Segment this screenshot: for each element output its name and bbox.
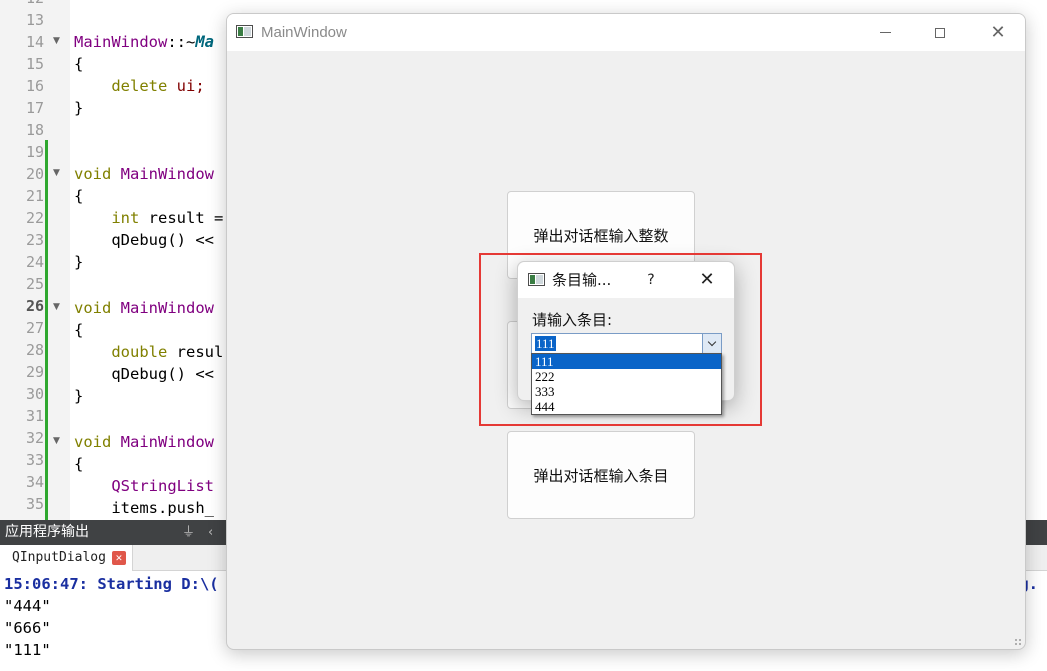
code-line: } — [74, 99, 84, 117]
line-number: 34 — [25, 473, 44, 491]
fold-arrow-icon[interactable]: ▼ — [53, 162, 63, 184]
code-line: void MainWindow — [74, 433, 214, 451]
output-line: "444" — [4, 597, 51, 615]
line-number: 18 — [25, 121, 44, 139]
code-line: MainWindow::~Ma — [74, 33, 214, 51]
main-window-titlebar[interactable]: MainWindow ✕ — [227, 14, 1025, 51]
line-number: 19 — [25, 143, 44, 161]
line-number: 35 — [25, 495, 44, 513]
help-button[interactable]: ? — [644, 262, 658, 298]
chevron-down-icon — [707, 337, 717, 347]
dropdown-option-333[interactable]: 333 — [532, 384, 721, 399]
code-line: int result = — [111, 209, 224, 227]
tab-qinputdialog[interactable]: QInputDialog ✕ — [0, 545, 133, 571]
code-line: QStringList — [111, 477, 214, 495]
line-number: 26 — [25, 297, 44, 315]
dropdown-option-222[interactable]: 222 — [532, 369, 721, 384]
code-line: { — [74, 55, 84, 73]
line-number: 28 — [25, 341, 44, 359]
line-number: 23 — [25, 231, 44, 249]
line-number: 13 — [25, 11, 44, 29]
line-number: 33 — [25, 451, 44, 469]
change-marker-bar — [45, 140, 48, 520]
line-number: 21 — [25, 187, 44, 205]
fold-arrow-icon[interactable]: ▼ — [53, 430, 63, 452]
code-line: { — [74, 187, 84, 205]
dropdown-option-111[interactable]: 111 — [532, 354, 721, 369]
output-line: "666" — [4, 619, 51, 637]
line-number: 30 — [25, 385, 44, 403]
item-combobox[interactable]: 111 — [531, 333, 722, 354]
dialog-title: 条目输... — [552, 271, 612, 289]
output-line: 15:06:47: Starting D:\( — [4, 575, 219, 593]
line-number: 24 — [25, 253, 44, 271]
output-pane-title: 应用程序输出 — [5, 524, 89, 540]
code-line: { — [74, 321, 84, 339]
line-number: 12 — [0, 0, 44, 9]
combobox-dropdown-list[interactable]: 111 222 333 444 — [531, 353, 722, 415]
dialog-prompt-label: 请输入条目: — [532, 311, 613, 329]
combobox-value: 111 — [535, 336, 556, 351]
code-line: qDebug() << — [111, 365, 214, 383]
code-line: } — [74, 387, 84, 405]
minimize-icon — [879, 32, 891, 33]
line-number: 20 — [25, 165, 44, 183]
maximize-icon — [935, 27, 945, 38]
code-line: delete ui; — [111, 77, 205, 95]
minimize-button[interactable] — [862, 14, 908, 51]
combobox-dropdown-button[interactable] — [702, 334, 721, 353]
resize-grip-icon[interactable] — [1014, 638, 1022, 646]
close-icon: ✕ — [990, 21, 1006, 43]
chevron-left-icon[interactable]: ‹ — [208, 524, 213, 541]
window-title: MainWindow — [261, 24, 347, 41]
line-number: 16 — [25, 77, 44, 95]
close-button[interactable]: ✕ — [975, 14, 1021, 51]
dialog-titlebar[interactable]: 条目输... ? ✕ — [518, 262, 734, 298]
close-tab-icon[interactable]: ✕ — [111, 551, 126, 565]
tab-label: QInputDialog — [12, 550, 106, 565]
input-item-button[interactable]: 弹出对话框输入条目 — [507, 431, 695, 519]
app-icon — [528, 273, 545, 286]
app-icon — [236, 25, 253, 38]
line-number: 31 — [25, 407, 44, 425]
fold-arrow-icon[interactable]: ▼ — [53, 296, 63, 318]
code-line: double resul — [111, 343, 224, 361]
maximize-button[interactable] — [917, 14, 963, 51]
line-number: 32 — [25, 429, 44, 447]
output-line: "111" — [4, 641, 51, 659]
code-line: qDebug() << — [111, 231, 214, 249]
line-number: 17 — [25, 99, 44, 117]
dialog-close-button[interactable]: ✕ — [694, 262, 720, 298]
fold-arrow-icon[interactable]: ▼ — [53, 30, 63, 52]
code-line: void MainWindow — [74, 165, 214, 183]
line-number: 25 — [25, 275, 44, 293]
dropdown-option-444[interactable]: 444 — [532, 399, 721, 414]
code-line: } — [74, 253, 84, 271]
filter-icon[interactable]: ⏚ — [182, 524, 195, 541]
code-line: items.push_ — [111, 499, 214, 517]
line-number: 29 — [25, 363, 44, 381]
line-number: 15 — [25, 55, 44, 73]
line-number: 27 — [25, 319, 44, 337]
code-line: void MainWindow — [74, 299, 214, 317]
code-line: { — [74, 455, 84, 473]
line-number: 14 — [25, 33, 44, 51]
line-number: 22 — [25, 209, 44, 227]
